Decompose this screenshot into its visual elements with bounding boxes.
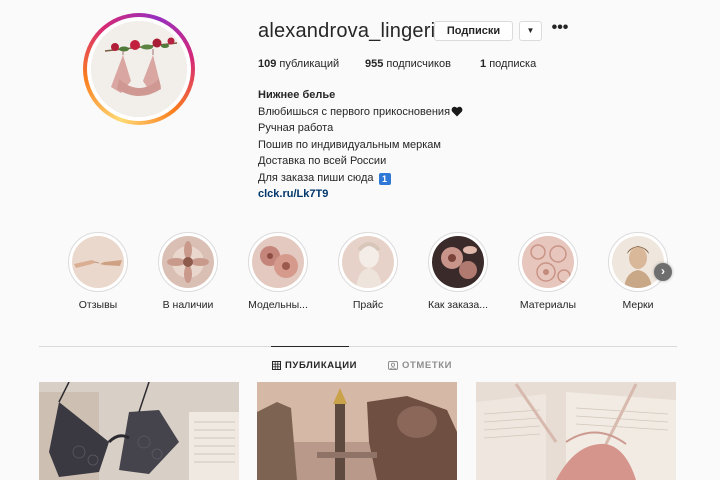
bio-line-1-text: Влюбишься с первого прикосновения [258,105,451,118]
highlight-label: Материалы [519,299,577,311]
lace-image-icon [522,236,574,288]
hands-image-icon [72,236,124,288]
followers-count-label: подписчиков [386,58,451,70]
tab-tagged[interactable]: ОТМЕТКИ [388,360,452,371]
bio-link[interactable]: clck.ru/Lk7T9 [258,186,463,203]
highlight-reviews-ring [68,232,128,292]
followers-count-value: 955 [365,58,384,70]
highlight-label: Отзывы [78,299,118,311]
chevron-right-icon[interactable]: › [654,263,672,281]
profile-bio: Нижнее белье Влюбишься с первого прикосн… [258,87,463,203]
chevron-down-icon: ▼ [526,26,535,35]
grid-icon [272,361,281,370]
black-heart-icon [451,106,463,116]
posts-count: 109 публикаций [258,58,339,70]
more-options-icon[interactable]: ••• [550,20,570,41]
highlight-label: Модельны... [248,299,308,311]
bio-line-1: Влюбишься с первого прикосновения [258,104,463,121]
following-count[interactable]: 1 подписка [480,58,536,70]
dropdown-button[interactable]: ▼ [519,21,542,41]
highlight-price-ring [338,232,398,292]
bio-line-2: Ручная работа [258,122,334,134]
post-thumbnail[interactable] [39,382,239,480]
highlight-label: Мерки [622,299,654,311]
post-thumbnail[interactable] [476,382,676,480]
highlight-in-stock[interactable]: В наличии [148,232,228,311]
tab-tagged-label: ОТМЕТКИ [402,360,453,371]
dark-flower-image-icon [432,236,484,288]
highlight-models-ring [248,232,308,292]
avatar-frame [87,17,191,121]
following-count-value: 1 [480,58,487,70]
highlight-label: В наличии [162,299,214,311]
flower-image-icon [162,236,214,288]
highlight-price[interactable]: Прайс [328,232,408,311]
lace-bra-on-book-image [39,382,239,480]
avatar-image [91,21,187,117]
highlight-measurements-ring [608,232,668,292]
posts-count-value: 109 [258,58,277,70]
subscriptions-button[interactable]: Подписки [434,21,513,41]
posts-count-label: публикаций [279,58,340,70]
paris-bridge-statue-image [257,382,457,480]
highlight-reviews[interactable]: Отзывы [58,232,138,311]
active-tab-indicator [271,346,349,347]
post-thumbnail[interactable] [257,382,457,480]
tab-publications-label: ПУБЛИКАЦИИ [285,360,358,371]
tag-icon [388,361,398,370]
bio-line-4: Доставка по всей России [258,155,387,167]
bio-line-5: Для заказа пиши сюда 1 [258,170,463,187]
followers-count[interactable]: 955 подписчиков [365,58,451,70]
highlight-in-stock-ring [158,232,218,292]
flower-image-icon [252,236,304,288]
tabs-divider [39,346,677,347]
bio-line-3: Пошив по индивидуальным меркам [258,138,441,151]
bra-on-open-book-image [476,382,676,480]
highlight-label: Как заказа... [427,299,489,311]
profile-username: alexandrova_lingerie [258,20,447,42]
following-count-label: подписка [489,58,537,70]
number-one-emoji-icon: 1 [378,172,391,185]
highlight-materials[interactable]: Материалы [508,232,588,311]
profile-avatar[interactable] [83,13,195,125]
highlight-how-to-order[interactable]: Как заказа... [418,232,498,311]
bust-image-icon [342,236,394,288]
highlight-materials-ring [518,232,578,292]
highlight-models[interactable]: Модельны... [238,232,318,311]
highlight-how-to-order-ring [428,232,488,292]
bio-name: Нижнее белье [258,89,336,101]
tab-publications[interactable]: ПУБЛИКАЦИИ [272,360,357,371]
portrait-image-icon [612,236,664,288]
bio-line-5-text: Для заказа пиши сюда [258,171,374,184]
highlight-label: Прайс [352,299,384,311]
